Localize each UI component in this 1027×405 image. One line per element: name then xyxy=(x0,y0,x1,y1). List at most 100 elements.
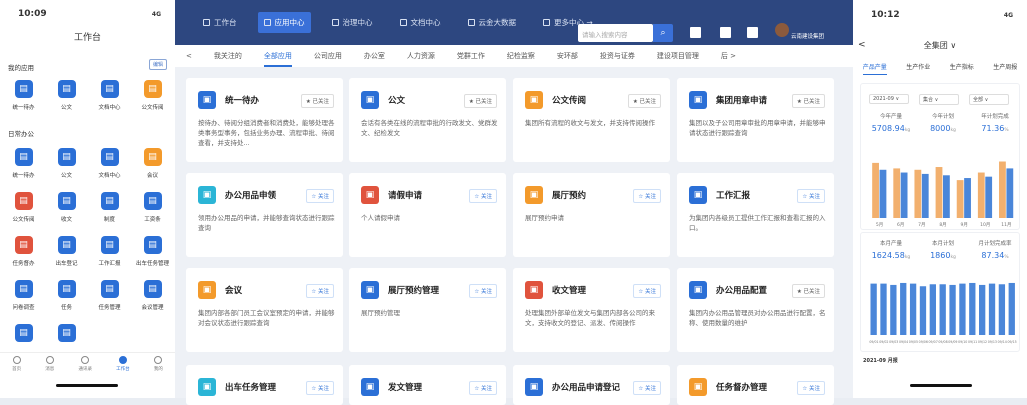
calendar-icon[interactable] xyxy=(690,27,701,38)
app-tile[interactable]: ▤ 工资条 xyxy=(131,188,174,232)
app-card[interactable]: ▣ 请假申请 ☆ 关注 个人请假申请 xyxy=(349,173,506,257)
category-tab[interactable]: 全部应用 xyxy=(263,51,292,67)
app-tile[interactable]: ▤ 公文传阅 xyxy=(131,76,174,120)
message-icon[interactable] xyxy=(747,27,758,38)
card-title: 展厅预约 xyxy=(552,191,587,201)
card-description: 按待办、待阅分组消费者和消费处，能够处理各类事务型事务，包括业务办理、流程审批、… xyxy=(198,119,335,147)
app-tile[interactable]: ▤ 收文 xyxy=(45,188,88,232)
follow-button[interactable]: ☆ 关注 xyxy=(469,189,497,203)
app-tile[interactable]: ▤ 文档中心 xyxy=(88,76,131,120)
category-tab[interactable]: 纪检监察 xyxy=(507,51,535,61)
month-select[interactable]: 2021-09 ∨ xyxy=(869,94,909,104)
app-card[interactable]: ▣ 公文传阅 ★ 已关注 集团所有流程的收文与发文，并支持传阅操作 xyxy=(513,78,670,162)
follow-button[interactable]: ☆ 关注 xyxy=(633,381,661,395)
follow-button[interactable]: ☆ 关注 xyxy=(633,189,661,203)
app-card[interactable]: ▣ 统一待办 ★ 已关注 按待办、待阅分组消费者和消费处，能够处理各类事务型事务，包括… xyxy=(186,78,343,162)
app-card[interactable]: ▣ 办公用品申请登记 ☆ 关注 xyxy=(513,365,670,405)
search-input[interactable]: 请输入搜索内容 xyxy=(578,24,653,42)
app-tile[interactable]: ▤ 公文 xyxy=(45,144,88,188)
app-label: 问卷调查 xyxy=(12,305,35,311)
app-tile[interactable]: ▤ 任务 xyxy=(45,276,88,320)
app-card[interactable]: ▣ 办公用品配置 ★ 已关注 集团内办公用品管理员对办公用品进行配置，名称、使用数量的… xyxy=(677,268,834,352)
category-tab[interactable]: 建设项目管理 xyxy=(657,51,699,61)
app-card[interactable]: ▣ 工作汇报 ☆ 关注 为集团内各级员工提供工作汇报和查看汇报的入口。 xyxy=(677,173,834,257)
follow-button[interactable]: ★ 已关注 xyxy=(791,284,825,298)
app-tile[interactable]: ▤ 任务督办 xyxy=(2,232,45,276)
report-tab[interactable]: 生产作业 xyxy=(906,62,930,75)
app-card[interactable]: ▣ 展厅预约 ☆ 关注 展厅预约申请 xyxy=(513,173,670,257)
follow-button[interactable]: ★ 已关注 xyxy=(791,94,825,108)
app-tile[interactable]: ▤ 制度 xyxy=(88,188,131,232)
app-card[interactable]: ▣ 会议 ☆ 关注 集团内部各部门员工会议室预定的申请，并能够对会议状态进行跟踪查询 xyxy=(186,268,343,352)
follow-button[interactable]: ☆ 关注 xyxy=(633,284,661,298)
category-tab[interactable]: 党群工作 xyxy=(457,51,485,61)
follow-button[interactable]: ★ 已关注 xyxy=(300,94,334,108)
contact-icon[interactable] xyxy=(720,27,731,38)
app-tile[interactable]: ▤ 工作汇报 xyxy=(88,232,131,276)
app-tile[interactable]: ▤ 统一待办 xyxy=(2,76,45,120)
scope-select[interactable]: 全部 ∨ xyxy=(969,94,1009,105)
topnav-item[interactable]: 文档中心 xyxy=(394,12,447,33)
category-tab[interactable]: 人力资源 xyxy=(407,51,435,61)
app-tile[interactable]: ▤ 出车任务管理 xyxy=(131,232,174,276)
category-tab[interactable]: 我关注的 xyxy=(214,51,242,61)
app-card[interactable]: ▣ 任务督办管理 ☆ 关注 xyxy=(677,365,834,405)
app-tile[interactable]: ▤ 公文传阅 xyxy=(2,188,45,232)
stat-item: 年计划完成 71.36% xyxy=(970,112,1020,133)
x-tick-label: 09/08 xyxy=(938,340,947,344)
app-icon: ▤ xyxy=(14,148,33,166)
bar xyxy=(943,175,950,218)
app-card[interactable]: ▣ 办公用品申领 ☆ 关注 领用办公用品的申请，并能够查询状态进行跟踪查询 xyxy=(186,173,343,257)
topnav-item[interactable]: 云金大数据 xyxy=(462,12,523,33)
bar xyxy=(949,284,956,335)
topnav-item[interactable]: 应用中心 xyxy=(257,12,311,33)
app-tile[interactable]: ▤ 统一待办 xyxy=(2,144,45,188)
report-tab[interactable]: 产品产量 xyxy=(862,62,887,75)
app-icon: ▤ xyxy=(14,192,33,210)
user-name[interactable]: 云南建设集团 xyxy=(791,32,824,40)
category-tab[interactable]: 后 > xyxy=(721,51,736,61)
report-tab[interactable]: 生产周报 xyxy=(993,62,1017,75)
tab-0[interactable]: 首页 xyxy=(12,353,21,374)
follow-button[interactable]: ☆ 关注 xyxy=(306,381,334,395)
app-card[interactable]: ▣ 集团用章申请 ★ 已关注 集团以及子公司用章审批的用章申请，并能够申请状态进行跟踪… xyxy=(677,78,834,162)
follow-button[interactable]: ☆ 关注 xyxy=(469,284,497,298)
category-tab[interactable]: 公司应用 xyxy=(314,51,342,61)
category-tab[interactable]: 办公室 xyxy=(364,51,385,61)
app-tile[interactable]: ▤ 会议管理 xyxy=(131,276,174,320)
tab-2[interactable]: 通讯录 xyxy=(78,353,92,374)
edit-button[interactable]: 编辑 xyxy=(148,59,167,70)
app-card[interactable]: ▣ 展厅预约管理 ☆ 关注 展厅预约管理 xyxy=(349,268,506,352)
topnav-item[interactable]: 治理中心 xyxy=(326,12,379,33)
app-tile[interactable]: ▤ 任务管理 xyxy=(88,276,131,320)
tab-4[interactable]: 我的 xyxy=(154,353,163,374)
app-tile[interactable]: ▤ 文档中心 xyxy=(88,144,131,188)
app-tile[interactable]: ▤ 问卷调查 xyxy=(2,276,45,320)
follow-button[interactable]: ☆ 关注 xyxy=(797,189,825,203)
follow-button[interactable]: ☆ 关注 xyxy=(306,284,334,298)
app-card[interactable]: ▣ 收文管理 ☆ 关注 处理集团外部单位发文与集团内部各公司的来文，支持收文的登记、派… xyxy=(513,268,670,352)
follow-button[interactable]: ☆ 关注 xyxy=(469,381,497,395)
tab-1[interactable]: 消息 xyxy=(45,353,54,374)
type-select[interactable]: 集合 ∨ xyxy=(919,94,959,105)
follow-button[interactable]: ★ 已关注 xyxy=(463,94,497,108)
follow-button[interactable]: ☆ 关注 xyxy=(797,381,825,395)
category-tab[interactable]: 安环部 xyxy=(557,51,578,61)
app-card[interactable]: ▣ 公文 ★ 已关注 会话有各类在线的流程审批的行政发文、党群发文、纪检发文 xyxy=(349,78,506,162)
app-card[interactable]: ▣ 出车任务管理 ☆ 关注 xyxy=(186,365,343,405)
tab-3[interactable]: 工作台 xyxy=(116,353,130,374)
app-tile[interactable]: ▤ 出车登记 xyxy=(45,232,88,276)
topnav-item[interactable]: 工作台 xyxy=(197,12,243,33)
category-tab[interactable]: < xyxy=(186,52,192,60)
card-title: 办公用品申请登记 xyxy=(552,383,621,393)
avatar[interactable] xyxy=(775,23,789,37)
report-tab[interactable]: 生产指标 xyxy=(950,62,974,75)
category-tab[interactable]: 投资与证券 xyxy=(600,51,635,61)
app-tile[interactable]: ▤ 会议 xyxy=(131,144,174,188)
follow-button[interactable]: ☆ 关注 xyxy=(306,189,334,203)
app-tile[interactable]: ▤ 公文 xyxy=(45,76,88,120)
search-button[interactable]: ⌕ xyxy=(653,24,673,42)
follow-button[interactable]: ★ 已关注 xyxy=(627,94,661,108)
app-card[interactable]: ▣ 发文管理 ☆ 关注 xyxy=(349,365,506,405)
group-selector[interactable]: 全集团 ∨ xyxy=(853,40,1027,51)
